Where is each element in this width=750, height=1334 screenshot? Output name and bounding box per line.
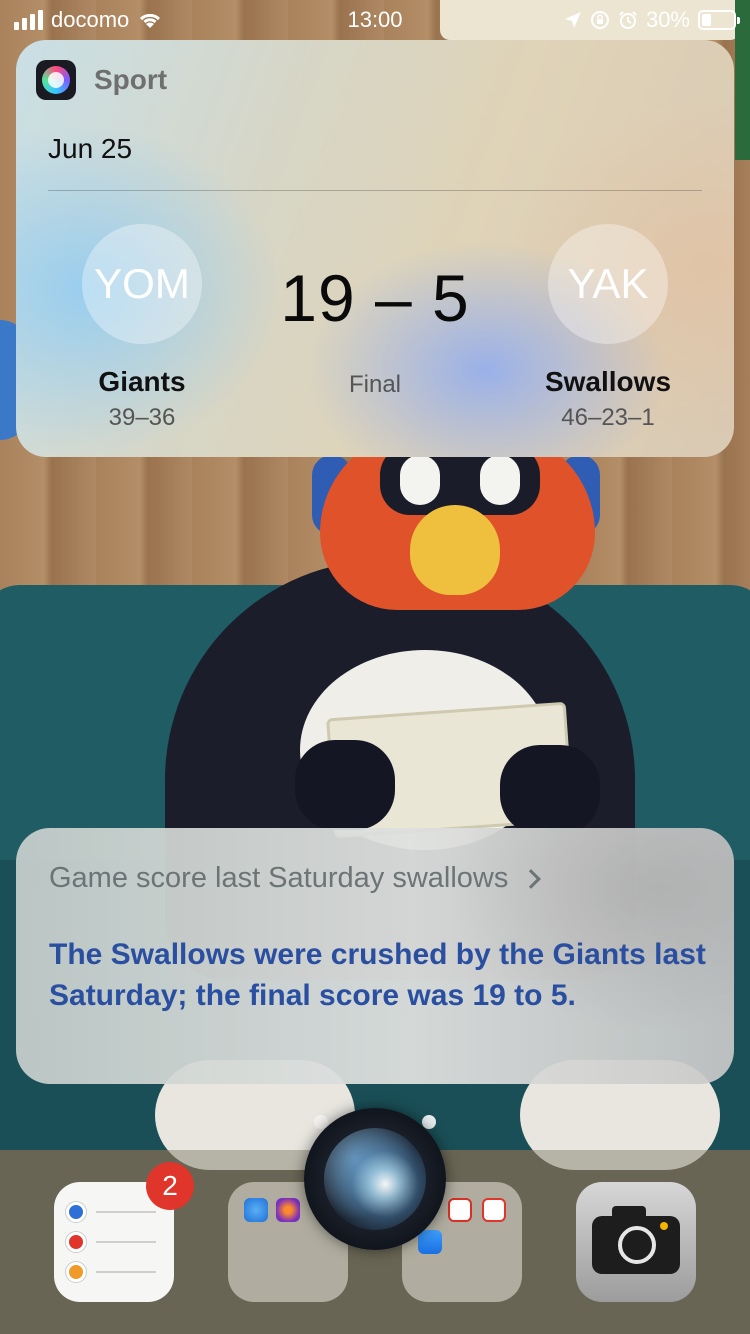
safari-icon — [244, 1198, 268, 1222]
mail-icon — [418, 1230, 442, 1254]
away-team-record: 46–23–1 — [561, 404, 655, 431]
camera-lens-icon — [618, 1226, 656, 1264]
home-team-badge[interactable]: YOM — [82, 224, 202, 344]
reminders-badge: 2 — [146, 1162, 194, 1210]
reminder-line — [96, 1241, 156, 1243]
siri-query[interactable]: Game score last Saturday swallows — [49, 862, 508, 895]
mascot-hand-left — [295, 740, 395, 830]
query-row[interactable]: Game score last Saturday swallows — [49, 862, 542, 895]
app-name: Sport — [94, 64, 168, 95]
reminder-line — [96, 1211, 156, 1213]
status-right: 30% — [564, 7, 740, 33]
red-dot-icon — [66, 1232, 86, 1252]
reminder-row — [66, 1202, 156, 1222]
card-header: Sport — [36, 60, 167, 100]
gmail-icon — [448, 1198, 472, 1222]
battery-percent: 30% — [645, 7, 690, 32]
alarm-icon — [619, 11, 637, 29]
firefox-icon — [276, 1198, 300, 1222]
yahoo-mail-icon — [482, 1198, 506, 1222]
location-icon — [564, 12, 581, 28]
blue-dot-icon — [66, 1202, 86, 1222]
siri-orb-button[interactable] — [304, 1108, 446, 1250]
siri-answer: The Swallows were crushed by the Giants … — [49, 938, 706, 1012]
camera-flash-icon — [660, 1222, 668, 1230]
sport-score-card[interactable]: Sport Jun 25 YOM YAK 19 – 5 Final Giants… — [16, 40, 734, 457]
status-bar: docomo 13:00 30% — [0, 0, 750, 40]
battery-level — [702, 14, 711, 26]
chevron-right-icon[interactable] — [521, 868, 542, 889]
battery-icon — [698, 10, 740, 30]
game-date: Jun 25 — [48, 133, 133, 164]
final-score: 19 – 5 — [280, 261, 470, 335]
orange-dot-icon — [66, 1262, 86, 1282]
mascot-beak — [410, 505, 500, 595]
divider — [48, 190, 702, 191]
battery-tip — [737, 17, 740, 24]
siri-response-card: Game score last Saturday swallows The Sw… — [16, 828, 734, 1084]
home-team-record: 39–36 — [108, 404, 176, 431]
siri-icon — [36, 60, 76, 100]
away-team-badge[interactable]: YAK — [548, 224, 668, 344]
away-team-name: Swallows — [544, 366, 672, 397]
reminder-line — [96, 1271, 156, 1273]
orientation-lock-icon — [590, 11, 609, 29]
mascot-eye-right — [480, 455, 520, 505]
home-team-name: Giants — [98, 366, 186, 397]
mascot-hand-right — [500, 745, 600, 835]
siri-glow — [324, 1128, 426, 1230]
camera-app[interactable] — [576, 1182, 696, 1302]
mascot-eye-left — [400, 455, 440, 505]
reminder-row — [66, 1232, 156, 1252]
reminder-row — [66, 1262, 156, 1282]
